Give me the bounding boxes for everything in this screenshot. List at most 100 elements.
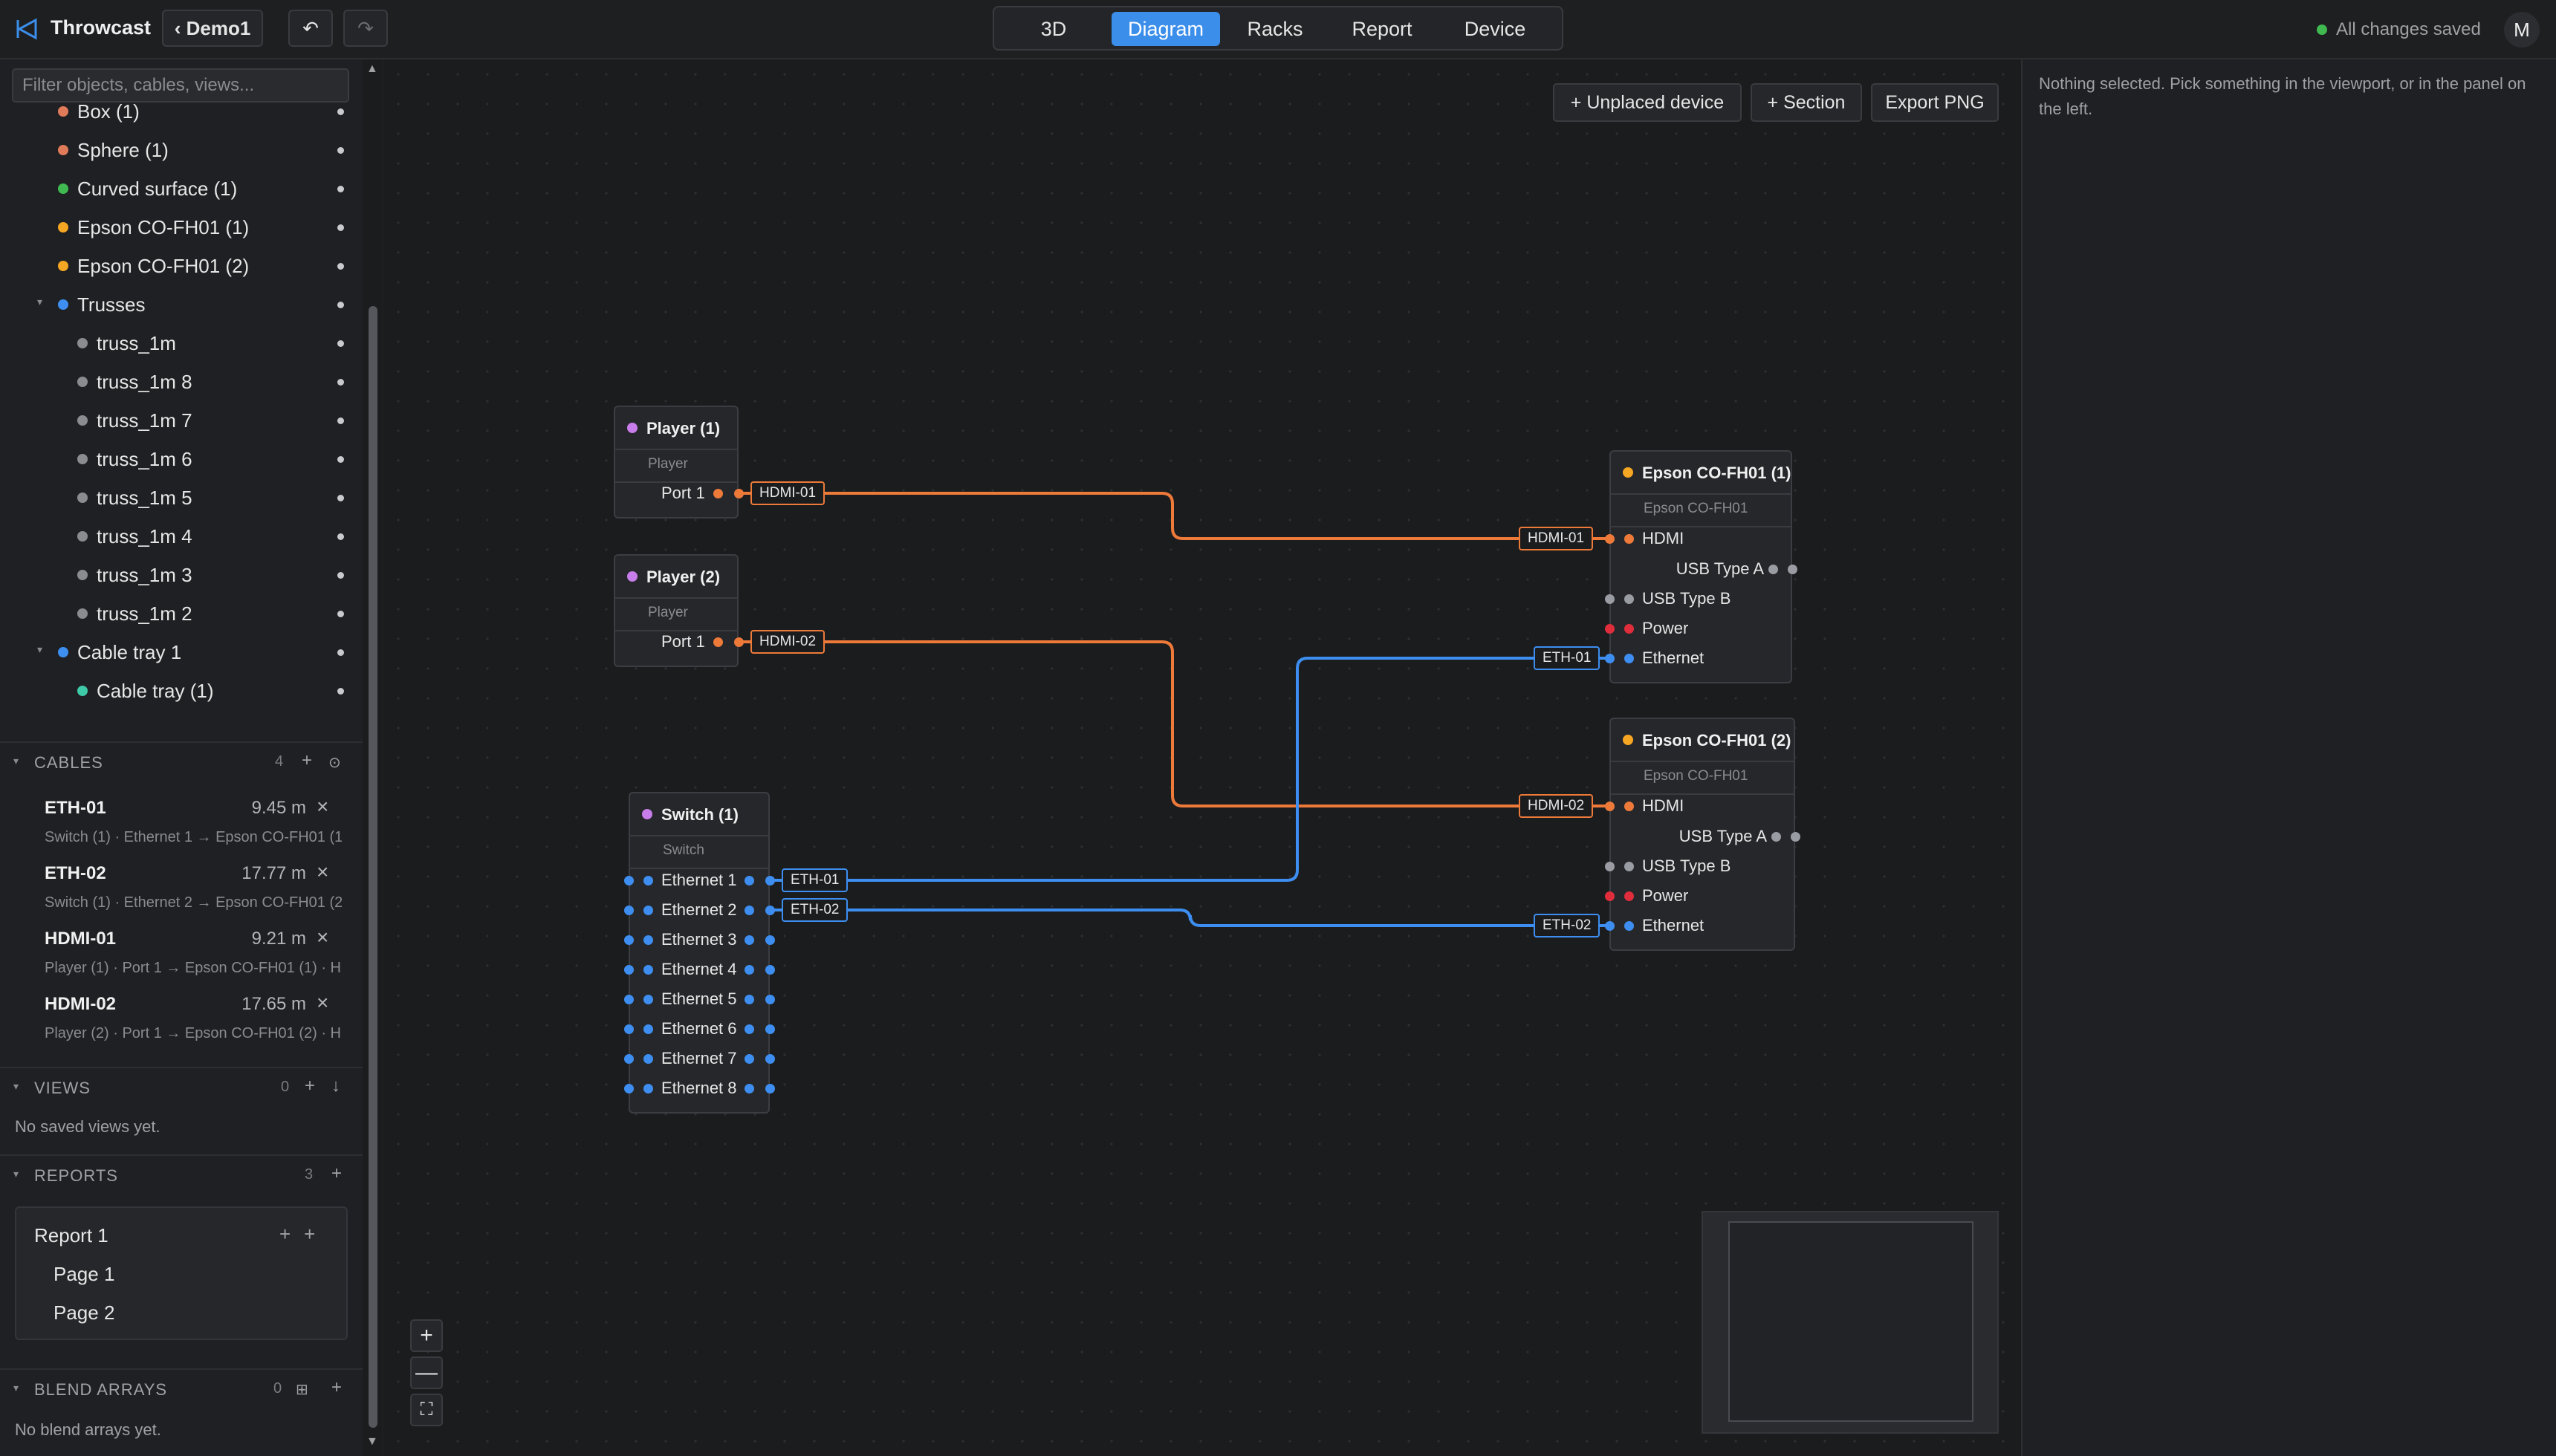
cable-tag[interactable]: HDMI-01 (1519, 527, 1594, 550)
port-connector[interactable] (624, 995, 634, 1004)
port-connector[interactable] (1605, 921, 1615, 931)
chevron-down-icon[interactable]: ▾ (37, 296, 42, 308)
port-connector[interactable] (765, 1024, 775, 1034)
cable-tag[interactable]: HDMI-01 (750, 481, 825, 505)
add-section-button[interactable]: + Section (1751, 83, 1862, 122)
cable-tag[interactable]: HDMI-02 (1519, 794, 1594, 818)
port-connector[interactable] (765, 906, 775, 915)
add-cable-button[interactable]: + (302, 750, 312, 771)
port-connector[interactable] (624, 965, 634, 975)
cable-tag[interactable]: ETH-01 (782, 868, 849, 892)
export-png-button[interactable]: Export PNG (1871, 83, 1999, 122)
undo-button[interactable]: ↶ (288, 10, 333, 47)
tab-report[interactable]: Report (1331, 12, 1433, 46)
visibility-icon[interactable] (337, 263, 344, 270)
report-page-2[interactable]: Page 2 (53, 1301, 114, 1325)
visibility-icon[interactable] (337, 649, 344, 656)
port-connector[interactable] (624, 906, 634, 915)
node-header[interactable]: Switch (1) (630, 793, 768, 836)
fit-view-button[interactable]: ⛶ (410, 1394, 443, 1426)
zoom-in-button[interactable]: + (410, 1319, 443, 1352)
visibility-icon[interactable] (337, 147, 344, 154)
cable-tag[interactable]: HDMI-02 (750, 630, 825, 654)
cable-tag[interactable]: ETH-01 (1534, 646, 1600, 670)
visibility-icon[interactable] (337, 108, 344, 115)
visibility-icon[interactable] (337, 340, 344, 347)
visibility-icon[interactable] (337, 456, 344, 463)
port-connector[interactable] (1791, 832, 1800, 842)
node-header[interactable]: Player (1) (615, 407, 737, 450)
port-connector[interactable] (1605, 594, 1615, 604)
port-connector[interactable] (1605, 891, 1615, 901)
report-page-1[interactable]: Page 1 (53, 1263, 114, 1286)
port-connector[interactable] (1788, 565, 1797, 574)
delete-cable-icon[interactable]: × (317, 926, 328, 949)
delete-cable-icon[interactable]: × (317, 991, 328, 1015)
delete-cable-icon[interactable]: × (317, 795, 328, 819)
minimap-viewport[interactable] (1728, 1221, 1973, 1422)
port-connector[interactable] (624, 1084, 634, 1093)
tree-item[interactable]: ▾ Trusses (0, 285, 363, 324)
port-connector[interactable] (765, 1084, 775, 1093)
visibility-icon[interactable] (337, 495, 344, 501)
project-button[interactable]: ‹ Demo1 (162, 10, 263, 47)
zoom-out-button[interactable]: — (410, 1356, 443, 1389)
tree-item[interactable]: truss_1m 5 (0, 478, 363, 517)
add-view-button[interactable]: + (305, 1076, 315, 1096)
node-header[interactable]: Epson CO-FH01 (2) (1611, 719, 1794, 762)
tree-item[interactable]: Epson CO-FH01 (1) (0, 208, 363, 247)
tree-item[interactable]: truss_1m 2 (0, 594, 363, 633)
port-connector[interactable] (765, 935, 775, 945)
cable-list-item[interactable]: HDMI-01 9.21 m × Player (1) · Port 1 → Epso… (0, 923, 363, 988)
node-header[interactable]: Epson CO-FH01 (1) (1611, 452, 1791, 495)
target-icon[interactable]: ⊙ (328, 753, 341, 772)
port-connector[interactable] (624, 1054, 634, 1064)
tab-racks[interactable]: Racks (1229, 12, 1321, 46)
add-blend-array-button[interactable]: + (331, 1377, 342, 1398)
grid-icon[interactable]: ⊞ (296, 1380, 308, 1399)
tree-item[interactable]: truss_1m (0, 324, 363, 363)
node-header[interactable]: Player (2) (615, 556, 737, 599)
port-connector[interactable] (734, 637, 744, 647)
port-connector[interactable] (765, 1054, 775, 1064)
port-connector[interactable] (624, 1024, 634, 1034)
port-connector[interactable] (1605, 624, 1615, 634)
download-icon[interactable]: ↓ (331, 1076, 340, 1096)
port-connector[interactable] (624, 935, 634, 945)
tree-item[interactable]: Epson CO-FH01 (2) (0, 247, 363, 285)
port-connector[interactable] (765, 965, 775, 975)
tree-item[interactable]: truss_1m 7 (0, 401, 363, 440)
tree-item[interactable]: truss_1m 6 (0, 440, 363, 478)
blend-arrays-section-header[interactable]: ▾ BLEND ARRAYS 0 ⊞ + (0, 1368, 363, 1408)
visibility-icon[interactable] (337, 611, 344, 617)
cable-list-item[interactable]: HDMI-02 17.65 m × Player (2) · Port 1 → Eps… (0, 988, 363, 1053)
tree-item[interactable]: ▾ Cable tray 1 (0, 633, 363, 672)
tree-item[interactable]: Curved surface (1) (0, 169, 363, 208)
cable-tag[interactable]: ETH-02 (1534, 914, 1600, 937)
port-connector[interactable] (1605, 862, 1615, 871)
port-connector[interactable] (765, 876, 775, 885)
cable-list-item[interactable]: ETH-02 17.77 m × Switch (1) · Ethernet 2 → … (0, 857, 363, 923)
reports-section-header[interactable]: ▾ REPORTS 3 + (0, 1154, 363, 1195)
cables-section-header[interactable]: ▾ CABLES 4 + ⊙ (0, 741, 363, 781)
avatar[interactable]: M (2504, 12, 2540, 48)
tab-device[interactable]: Device (1444, 12, 1545, 46)
delete-cable-icon[interactable]: × (317, 860, 328, 884)
cable-list-item[interactable]: ETH-01 9.45 m × Switch (1) · Ethernet 1 → E… (0, 792, 363, 857)
visibility-icon[interactable] (337, 533, 344, 540)
port-connector[interactable] (1605, 534, 1615, 544)
port-connector[interactable] (765, 995, 775, 1004)
report-add-buttons[interactable]: ++ (279, 1223, 328, 1246)
tree-item[interactable]: truss_1m 3 (0, 556, 363, 594)
visibility-icon[interactable] (337, 688, 344, 695)
minimap[interactable] (1702, 1211, 1999, 1434)
report-card[interactable]: Report 1 ++ Page 1 Page 2 (15, 1206, 348, 1340)
visibility-icon[interactable] (337, 224, 344, 231)
visibility-icon[interactable] (337, 186, 344, 192)
tab-3d[interactable]: 3D (1011, 12, 1097, 46)
scroll-down-icon[interactable]: ▼ (366, 1435, 378, 1449)
scrollbar-thumb[interactable] (369, 306, 377, 1428)
redo-button[interactable]: ↷ (343, 10, 388, 47)
visibility-icon[interactable] (337, 302, 344, 308)
add-report-button[interactable]: + (331, 1163, 342, 1184)
